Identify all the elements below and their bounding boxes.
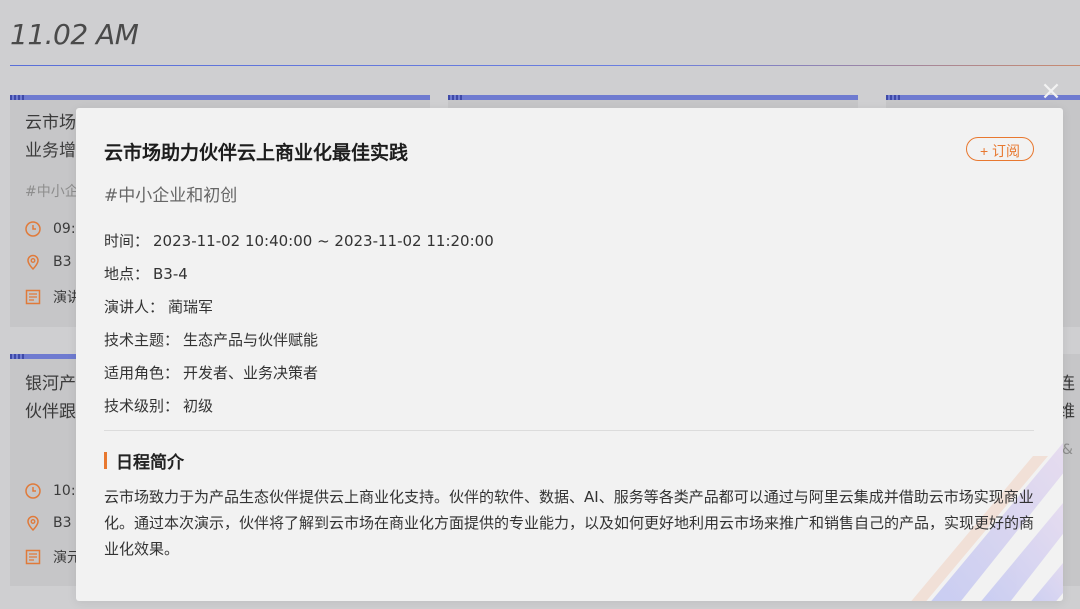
- document-icon: [25, 549, 41, 565]
- card-title: 云市场 业务增: [25, 113, 76, 161]
- card-tag: &: [1062, 442, 1073, 458]
- session-description: 云市场致力于为产品生态伙伴提供云上商业化支持。伙伴的软件、数据、AI、服务等各类…: [104, 488, 1035, 558]
- card-topbar: [10, 95, 430, 100]
- detail-location: 地点： B3-4: [104, 265, 188, 283]
- location-icon: [25, 254, 41, 271]
- detail-speaker: 演讲人： 蔺瑞军: [104, 298, 214, 316]
- card-speaker-row: 演讲: [25, 287, 81, 307]
- time-heading: 11.02 AM: [10, 18, 139, 51]
- session-title: 云市场助力伙伴云上商业化最佳实践: [104, 142, 409, 164]
- detail-topic: 技术主题： 生态产品与伙伴赋能: [104, 331, 319, 349]
- card-time-row: 09:: [25, 221, 76, 237]
- location-icon: [25, 515, 41, 532]
- card-tag: #中小企: [25, 184, 79, 200]
- time-divider: [10, 65, 1080, 66]
- detail-level: 技术级别： 初级: [104, 397, 214, 415]
- subscribe-button[interactable]: + 订阅: [966, 137, 1034, 161]
- session-detail-modal: 云市场助力伙伴云上商业化最佳实践 + 订阅 #中小企业和初创 时间： 2023-1…: [76, 108, 1063, 601]
- close-icon[interactable]: ×: [1040, 78, 1062, 104]
- clock-icon: [25, 221, 41, 237]
- session-tag: #中小企业和初创: [104, 186, 238, 206]
- card-time-row: 10:: [25, 483, 76, 499]
- card-speaker-row: 演元: [25, 547, 81, 567]
- card-location-row: B3: [25, 254, 72, 271]
- document-icon: [25, 289, 41, 305]
- detail-time: 时间： 2023-11-02 10:40:00 ~ 2023-11-02 11:2…: [104, 232, 494, 250]
- card-location-row: B3: [25, 515, 72, 532]
- decorative-stripes: [911, 443, 1063, 601]
- card-title: 银河产 伙伴跟: [25, 374, 76, 422]
- clock-icon: [25, 483, 41, 499]
- card-topbar: [448, 95, 858, 100]
- section-title: 日程简介: [104, 448, 184, 473]
- section-divider: [104, 430, 1034, 431]
- detail-roles: 适用角色： 开发者、业务决策者: [104, 364, 319, 382]
